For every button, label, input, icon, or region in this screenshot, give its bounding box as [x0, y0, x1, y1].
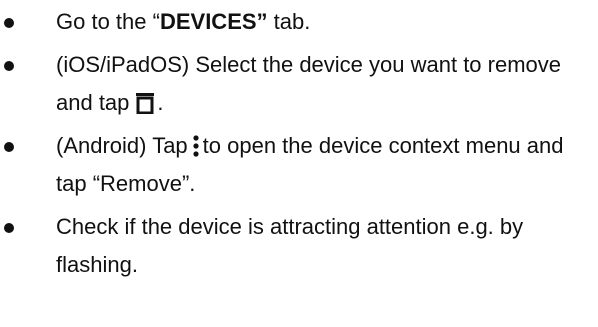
step-go-to-devices-tab: Go to the “DEVICES” tab.: [0, 3, 598, 41]
step-text: (iOS/iPadOS) Select the device you want …: [56, 52, 562, 115]
bullet: [4, 18, 14, 28]
step-text: Check if the device is attracting attent…: [56, 214, 524, 277]
bullet: [4, 61, 14, 71]
trash-icon: [135, 92, 155, 114]
step-text-end: .: [157, 90, 164, 115]
step-text-prefix: Go to the “: [56, 9, 160, 34]
step-check-device-attention: Check if the device is attracting attent…: [0, 208, 598, 284]
devices-tab-name: DEVICES”: [159, 9, 268, 34]
step-android-remove-device: (Android) Tap to open the device context…: [0, 127, 598, 203]
bullet: [4, 142, 14, 152]
more-vertical-icon: [193, 135, 199, 157]
instructions-document: Go to the “DEVICES” tab. (iOS/iPadOS) Se…: [0, 0, 598, 327]
steps-list: Go to the “DEVICES” tab. (iOS/iPadOS) Se…: [0, 3, 598, 289]
bullet: [4, 223, 14, 233]
step-text-suffix: tab.: [267, 9, 311, 34]
step-ios-remove-device: (iOS/iPadOS) Select the device you want …: [0, 46, 598, 122]
step-text: (Android) Tap: [56, 133, 188, 158]
